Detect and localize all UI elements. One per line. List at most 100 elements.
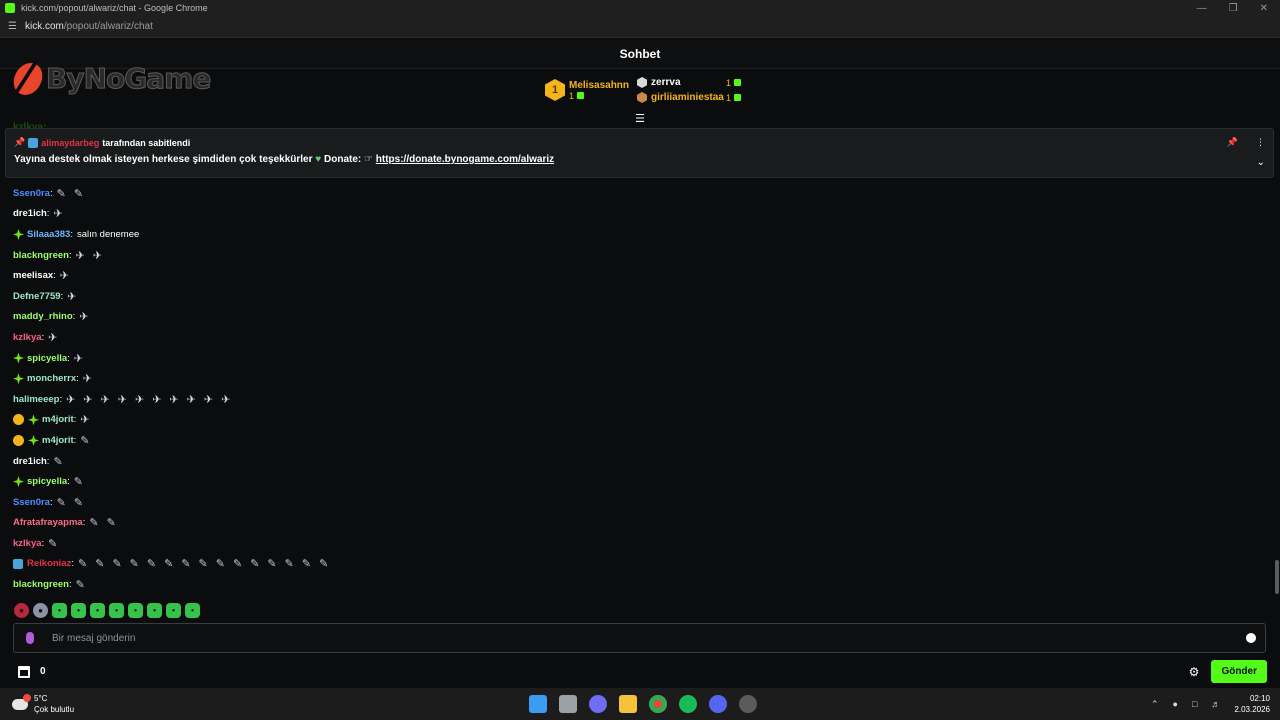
emote-icon[interactable]: ✈ [135,393,144,406]
emote-icon[interactable]: ✎ [53,455,62,468]
emote-icon[interactable]: ✈ [74,352,83,365]
discord-icon[interactable] [709,695,727,713]
chat-username[interactable]: kzlkya [13,332,42,343]
pinned-by-user[interactable]: alimaydarbeg [41,138,99,148]
emote-icon[interactable]: • [90,603,105,618]
emote-icon[interactable]: ✎ [80,434,89,447]
emote-icon[interactable]: ✎ [57,496,66,509]
clock-app-icon[interactable] [739,695,757,713]
chat-input-box[interactable] [13,623,1266,653]
emote-icon[interactable]: ✎ [89,516,98,529]
chevron-down-icon[interactable]: ⌄ [1257,157,1265,168]
emote-icon[interactable]: ✎ [319,557,328,570]
leader-3[interactable]: girliiaminiestaa 1 [637,92,742,103]
emote-icon[interactable]: ✈ [204,393,213,406]
chat-username[interactable]: Afratafrayapma [13,517,83,528]
emote-icon[interactable]: • [52,603,67,618]
emote-icon[interactable]: ● [33,603,48,618]
chrome-icon[interactable] [649,695,667,713]
scrollbar[interactable] [1275,560,1279,594]
expand-leaderboard-icon[interactable]: ☰ [634,112,646,125]
emote-icon[interactable]: ✎ [74,475,83,488]
emote-icon[interactable]: ✈ [76,249,85,262]
chat-username[interactable]: spicyella [27,476,67,487]
emote-icon[interactable]: ✎ [48,537,57,550]
emote-icon[interactable]: ✎ [57,187,66,200]
emote-icon[interactable]: ✎ [250,557,259,570]
chevron-up-icon[interactable]: ⌃ [1151,699,1159,710]
start-icon[interactable] [529,695,547,713]
emote-icon[interactable]: ✈ [187,393,196,406]
emote-icon[interactable]: ✈ [101,393,110,406]
emote-icon[interactable]: ✎ [107,516,116,529]
emote-icon[interactable]: ✎ [267,557,276,570]
restore-icon[interactable]: ❐ [1229,3,1238,14]
emote-icon[interactable]: ✈ [67,290,76,303]
emote-icon[interactable]: ✈ [169,393,178,406]
emote-icon[interactable]: ● [14,603,29,618]
chat-username[interactable]: m4jorit [42,435,74,446]
copilot-icon[interactable] [589,695,607,713]
emote-icon[interactable]: ✎ [233,557,242,570]
chat-username[interactable]: Ssen0ra [13,497,50,508]
emote-icon[interactable]: ✈ [66,393,75,406]
chat-username[interactable]: Silaaa383 [27,229,70,240]
emote-icon[interactable]: • [71,603,86,618]
emote-icon[interactable]: ✎ [285,557,294,570]
weather-widget[interactable]: 5°C Çok bulutlu [12,693,74,715]
emote-icon[interactable]: ✎ [74,187,83,200]
chat-username[interactable]: dre1ich [13,456,47,467]
chat-username[interactable]: maddy_rhino [13,311,73,322]
pinned-message[interactable]: 📌 alimaydarbeg tarafından sabitlendi Yay… [5,128,1274,178]
emote-icon[interactable]: ✎ [76,578,85,591]
chat-username[interactable]: Ssen0ra [13,188,50,199]
chat-username[interactable]: blackngreen [13,250,69,261]
leader-1[interactable]: 1 Melisasahnn 1 [545,77,629,103]
chat-username[interactable]: blackngreen [13,579,69,590]
message-input[interactable] [52,632,1202,644]
network-icon[interactable]: □ [1192,699,1197,709]
leader-2[interactable]: zerrva 1 [637,77,742,88]
close-icon[interactable]: ✕ [1260,3,1268,14]
emote-icon[interactable]: ✈ [83,393,92,406]
chat-username[interactable]: Reikoniaz [27,558,71,569]
emote-icon[interactable]: ✎ [95,557,104,570]
microphone-icon[interactable] [26,632,34,644]
emote-icon[interactable]: ✎ [147,557,156,570]
site-settings-icon[interactable]: ☰ [8,21,18,32]
emote-icon[interactable]: • [109,603,124,618]
emote-icon[interactable]: • [166,603,181,618]
chat-username[interactable]: kzlkya [13,538,42,549]
emoji-picker-icon[interactable] [1246,633,1256,643]
emote-icon[interactable]: ✈ [79,310,88,323]
emote-icon[interactable]: ✈ [118,393,127,406]
address-bar[interactable]: ☰ kick.com/popout/alwariz/chat [0,16,1280,38]
emote-icon[interactable]: ✎ [112,557,121,570]
emote-icon[interactable]: ✎ [181,557,190,570]
emote-icon[interactable]: ✈ [48,331,57,344]
emote-icon[interactable]: ✎ [199,557,208,570]
emote-icon[interactable]: ✎ [302,557,311,570]
unpin-icon[interactable]: 📌 [1227,137,1238,148]
volume-icon[interactable]: ♬ [1211,699,1220,709]
emote-icon[interactable]: ✎ [164,557,173,570]
emote-icon[interactable]: ✎ [78,557,87,570]
task-view-icon[interactable] [559,695,577,713]
gift-leaderboard[interactable]: 1 Melisasahnn 1 zerrva 1 girliiaminiesta… [545,77,742,103]
chat-username[interactable]: dre1ich [13,208,47,219]
clock[interactable]: 02:10 2.03.2026 [1234,693,1270,715]
emote-icon[interactable]: ✎ [74,496,83,509]
send-button[interactable]: Gönder [1211,660,1267,683]
minimize-icon[interactable]: — [1197,3,1207,14]
emote-icon[interactable]: • [147,603,162,618]
emote-icon[interactable]: ✈ [80,413,89,426]
microphone-tray-icon[interactable]: ● [1173,699,1178,709]
spotify-icon[interactable] [679,695,697,713]
chat-username[interactable]: Defne7759 [13,291,61,302]
emote-icon[interactable]: ✎ [216,557,225,570]
emote-icon[interactable]: ✈ [83,372,92,385]
file-explorer-icon[interactable] [619,695,637,713]
emote-icon[interactable]: • [128,603,143,618]
chat-username[interactable]: m4jorit [42,414,74,425]
store-icon[interactable] [18,665,30,678]
